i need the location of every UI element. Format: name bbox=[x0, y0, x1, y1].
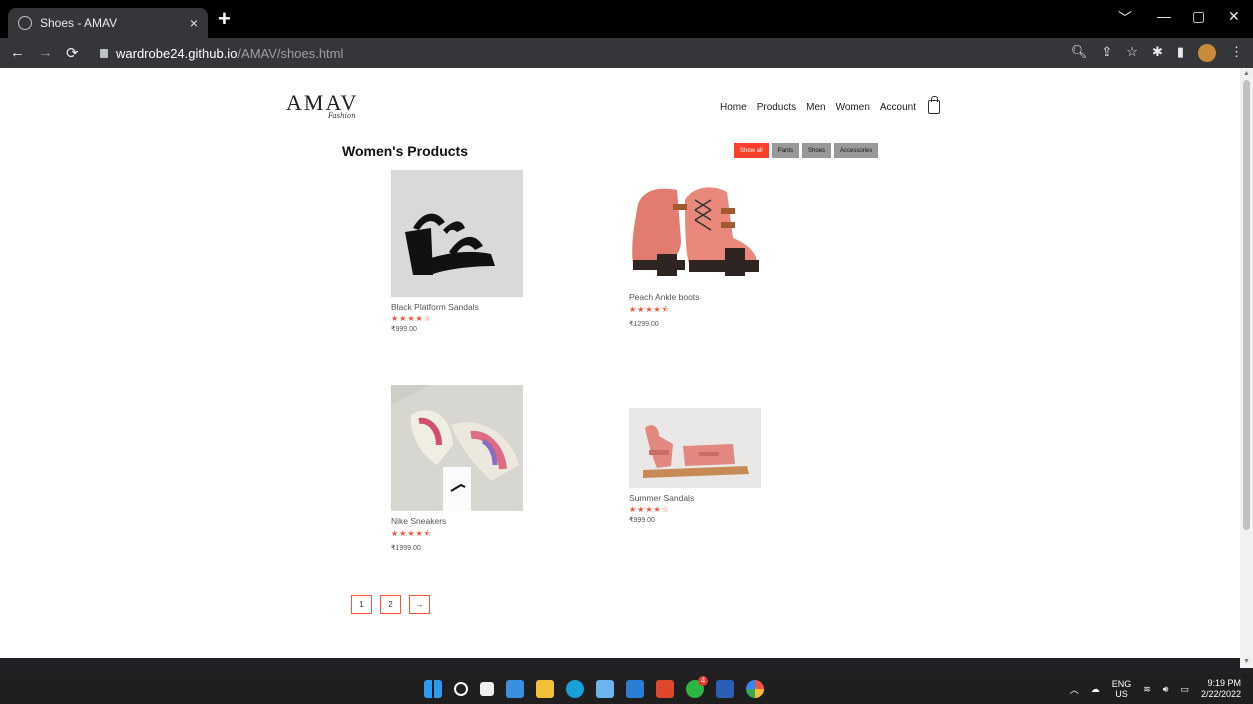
battery-icon[interactable]: ▭ bbox=[1180, 684, 1189, 695]
edge-icon[interactable] bbox=[566, 680, 584, 698]
system-tray: ︿ ☁ ENG US ≋ 🔊︎ ▭ 9:19 PM 2/22/2022 bbox=[1070, 678, 1241, 700]
product-price: ₹999.00 bbox=[629, 517, 655, 524]
browser-toolbar: ← → ⟳ wardrobe24.github.io /AMAV/shoes.h… bbox=[0, 38, 1253, 68]
rating-stars: ★★★★⯪ bbox=[391, 529, 433, 538]
nav-men[interactable]: Men bbox=[806, 102, 825, 113]
product-image[interactable] bbox=[629, 408, 761, 488]
product-image[interactable] bbox=[391, 385, 523, 511]
rating-stars: ★★★★☆ bbox=[629, 505, 670, 514]
site-nav: Home Products Men Women Account bbox=[720, 96, 941, 114]
language-indicator[interactable]: ENG US bbox=[1112, 679, 1132, 699]
page-scrollbar[interactable]: ▲ ▼ bbox=[1240, 68, 1253, 668]
whatsapp-icon[interactable]: 4 bbox=[686, 676, 708, 698]
url-host: wardrobe24.github.io bbox=[116, 45, 238, 61]
product-card[interactable]: Nike Sneakers ★★★★⯪ ₹1999.00 bbox=[391, 385, 523, 552]
black-sandal-illustration bbox=[391, 170, 523, 297]
nav-account[interactable]: Account bbox=[880, 102, 916, 113]
globe-icon bbox=[18, 16, 32, 30]
toolbar-icons: 🔍︎ ⇪ ☆ ✱ ▮ ⋮ bbox=[1071, 44, 1243, 62]
scroll-up-icon[interactable]: ▲ bbox=[1243, 70, 1250, 77]
page-viewport: AMAV Fashion Home Products Men Women Acc… bbox=[0, 68, 1240, 658]
chevron-up-icon[interactable]: ︿ bbox=[1070, 683, 1079, 696]
chrome-icon[interactable] bbox=[746, 680, 764, 698]
taskbar-apps: 4 bbox=[424, 676, 764, 698]
close-window-button[interactable]: ✕ bbox=[1228, 8, 1240, 25]
maximize-button[interactable]: ▢ bbox=[1192, 8, 1205, 25]
site-logo-subtitle: Fashion bbox=[328, 112, 356, 120]
reload-icon[interactable]: ⟳ bbox=[66, 44, 79, 62]
word-icon[interactable] bbox=[716, 680, 734, 698]
scrollbar-thumb[interactable] bbox=[1243, 80, 1250, 530]
date-label: 2/22/2022 bbox=[1200, 689, 1241, 699]
filter-shoes[interactable]: Shoes bbox=[802, 143, 832, 158]
extensions-icon[interactable]: ✱ bbox=[1152, 44, 1163, 62]
rating-stars: ★★★★⯪ bbox=[629, 305, 671, 314]
profile-avatar[interactable] bbox=[1198, 44, 1216, 62]
filter-buttons: Show all Pants Shoes Accessories bbox=[734, 143, 879, 158]
wifi-icon[interactable]: ≋ bbox=[1143, 684, 1151, 695]
language-label: ENG bbox=[1111, 679, 1132, 689]
nav-women[interactable]: Women bbox=[836, 102, 870, 113]
product-image[interactable] bbox=[629, 180, 761, 287]
bookmark-star-icon[interactable]: ☆ bbox=[1126, 44, 1138, 62]
product-card[interactable]: Black Platform Sandals ★★★★☆ ₹999.00 bbox=[391, 170, 523, 333]
zoom-icon[interactable]: 🔍︎ bbox=[1071, 44, 1088, 62]
filter-show-all[interactable]: Show all bbox=[734, 143, 769, 158]
back-arrow-icon[interactable]: ← bbox=[10, 44, 25, 61]
browser-tab-bar: Shoes - AMAV × + ﹀ — ▢ ✕ bbox=[0, 0, 1253, 38]
filter-pants[interactable]: Pants bbox=[771, 143, 800, 158]
region-label: US bbox=[1115, 689, 1128, 699]
nav-products[interactable]: Products bbox=[757, 102, 796, 113]
shopping-bag-icon[interactable] bbox=[928, 96, 941, 114]
rating-stars: ★★★★☆ bbox=[391, 314, 432, 323]
file-explorer-icon[interactable] bbox=[536, 680, 554, 698]
product-image[interactable] bbox=[391, 170, 523, 297]
tab-close-button[interactable]: × bbox=[190, 15, 198, 31]
whatsapp-badge: 4 bbox=[698, 676, 708, 686]
product-name[interactable]: Summer Sandals bbox=[629, 493, 761, 503]
office-icon[interactable] bbox=[656, 680, 674, 698]
page-1-button[interactable]: 1 bbox=[351, 595, 372, 614]
nav-home[interactable]: Home bbox=[720, 102, 747, 113]
product-name[interactable]: Peach Ankle boots bbox=[629, 292, 761, 302]
task-view-icon[interactable] bbox=[480, 682, 494, 696]
side-panel-icon[interactable]: ▮ bbox=[1177, 44, 1184, 62]
next-page-button[interactable]: → bbox=[409, 595, 430, 614]
search-icon[interactable] bbox=[454, 682, 468, 696]
pagination: 1 2 → bbox=[351, 595, 430, 614]
tab-title: Shoes - AMAV bbox=[40, 16, 118, 30]
product-card[interactable]: Summer Sandals ★★★★☆ ₹999.00 bbox=[629, 408, 761, 524]
product-name[interactable]: Black Platform Sandals bbox=[391, 302, 523, 312]
product-price: ₹999.00 bbox=[391, 326, 417, 333]
summer-sandals-illustration bbox=[629, 408, 761, 488]
store-icon[interactable] bbox=[596, 680, 614, 698]
product-card[interactable]: Peach Ankle boots ★★★★⯪ ₹1299.00 bbox=[629, 180, 761, 328]
clock[interactable]: 9:19 PM 2/22/2022 bbox=[1201, 678, 1241, 700]
minimize-button[interactable]: — bbox=[1157, 8, 1171, 24]
page-2-button[interactable]: 2 bbox=[380, 595, 401, 614]
tab-search-button[interactable]: ﹀ bbox=[1118, 8, 1132, 28]
scroll-down-icon[interactable]: ▼ bbox=[1243, 658, 1250, 665]
volume-icon[interactable]: 🔊︎ bbox=[1163, 684, 1169, 695]
browser-tab[interactable]: Shoes - AMAV × bbox=[8, 8, 208, 38]
url-path: /AMAV/shoes.html bbox=[237, 45, 344, 61]
product-name[interactable]: Nike Sneakers bbox=[391, 516, 523, 526]
share-icon[interactable]: ⇪ bbox=[1101, 44, 1112, 62]
menu-icon[interactable]: ⋮ bbox=[1230, 44, 1243, 62]
peach-boots-illustration bbox=[629, 180, 761, 287]
time-label: 9:19 PM bbox=[1207, 678, 1241, 688]
widgets-icon[interactable] bbox=[506, 680, 524, 698]
new-tab-button[interactable]: + bbox=[218, 6, 231, 32]
product-price: ₹1299.00 bbox=[629, 321, 659, 328]
forward-arrow-icon[interactable]: → bbox=[38, 44, 53, 61]
section-title: Women's Products bbox=[342, 143, 468, 159]
lock-icon bbox=[100, 48, 108, 58]
filter-accessories[interactable]: Accessories bbox=[834, 143, 879, 158]
start-icon[interactable] bbox=[424, 680, 442, 698]
mail-icon[interactable] bbox=[626, 680, 644, 698]
sneakers-illustration bbox=[391, 385, 523, 511]
windows-taskbar: 4 ︿ ☁ ENG US ≋ 🔊︎ ▭ 9:19 PM 2/22/2022 bbox=[0, 674, 1253, 704]
product-price: ₹1999.00 bbox=[391, 545, 421, 552]
onedrive-icon[interactable]: ☁ bbox=[1091, 684, 1100, 695]
